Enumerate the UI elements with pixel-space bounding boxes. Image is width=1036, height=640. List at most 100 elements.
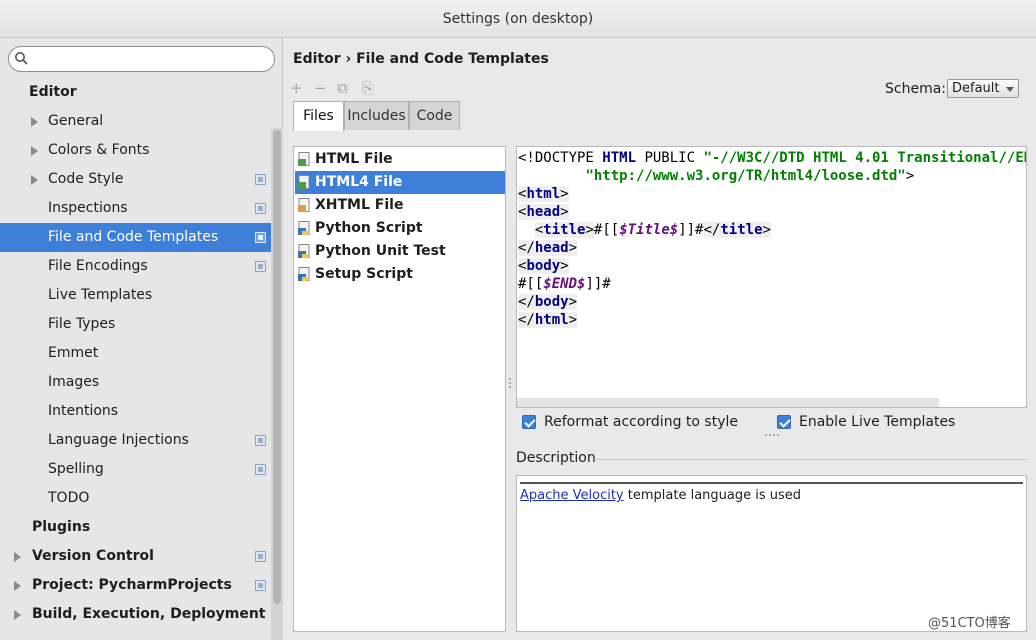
sidebar-item[interactable]: Intentions	[0, 397, 271, 426]
template-list-item[interactable]: Python Script	[295, 217, 505, 240]
sidebar-item-label: Language Injections	[48, 432, 189, 448]
watermark: @51CTO博客	[928, 616, 1011, 631]
breadcrumb: Editor › File and Code Templates	[293, 51, 549, 67]
template-editor[interactable]: <!DOCTYPE HTML PUBLIC "-//W3C//DTD HTML …	[516, 146, 1027, 408]
sidebar-item-label: Live Templates	[48, 287, 153, 303]
chevron-right-icon[interactable]	[14, 610, 21, 620]
template-list-item[interactable]: XHTML File	[295, 194, 505, 217]
tab-files[interactable]: Files	[293, 101, 344, 131]
sidebar-item-label: File and Code Templates	[48, 229, 219, 245]
html-file-icon	[298, 152, 310, 166]
splitter-grip-icon[interactable]	[765, 434, 779, 438]
template-list-label: Python Script	[315, 220, 423, 236]
sidebar-item[interactable]: Emmet	[0, 339, 271, 368]
project-scope-icon	[255, 174, 266, 185]
sidebar-item-label: General	[48, 113, 104, 129]
reformat-label: Reformat according to style	[544, 414, 738, 430]
sidebar-item[interactable]: TODO	[0, 484, 271, 513]
search-input[interactable]	[31, 50, 266, 68]
search-icon	[15, 52, 28, 65]
project-scope-icon	[255, 580, 266, 591]
python-file-icon	[298, 244, 310, 258]
reset-icon[interactable]: ⎘	[362, 80, 374, 96]
sidebar-item-label: File Types	[48, 316, 116, 332]
sidebar-item-label: Build, Execution, Deployment	[32, 606, 266, 622]
settings-sidebar: Editor General Colors & Fonts Code Style Ins…	[0, 38, 283, 640]
project-scope-icon	[255, 551, 266, 562]
tab-includes[interactable]: Includes	[344, 101, 409, 130]
description-text: Apache Velocity template language is use…	[520, 488, 801, 504]
template-list-label: HTML4 File	[315, 174, 403, 190]
sidebar-scrollbar-thumb[interactable]	[273, 130, 281, 604]
sidebar-item-label: TODO	[48, 490, 90, 506]
tab-code[interactable]: Code	[409, 101, 460, 130]
template-list-label: HTML File	[315, 151, 393, 167]
sidebar-item[interactable]: Code Style	[0, 165, 271, 194]
editor-horizontal-scrollbar[interactable]	[517, 398, 939, 407]
live-templates-label: Enable Live Templates	[799, 414, 956, 430]
sidebar-item[interactable]: Language Injections	[0, 426, 271, 455]
checkbox-checked-icon	[777, 415, 791, 429]
main-panel: Editor › File and Code Templates + − ⧉ ⎘…	[284, 38, 1036, 640]
sidebar-item[interactable]: General	[0, 107, 271, 136]
project-scope-icon	[255, 203, 266, 214]
apache-velocity-link[interactable]: Apache Velocity	[520, 488, 624, 503]
template-list-item[interactable]: Python Unit Test	[295, 240, 505, 263]
sidebar-item[interactable]: File Types	[0, 310, 271, 339]
sidebar-item[interactable]: File and Code Templates	[0, 223, 271, 252]
template-list-item[interactable]: HTML File	[295, 148, 505, 171]
schema-label: Schema:	[885, 81, 947, 97]
project-scope-icon	[255, 261, 266, 272]
minus-icon[interactable]: −	[314, 80, 327, 96]
sidebar-item-label: Plugins	[32, 519, 91, 535]
search-field[interactable]	[8, 46, 275, 72]
template-list-label: XHTML File	[315, 197, 404, 213]
python-file-icon	[298, 221, 310, 235]
plus-icon[interactable]: +	[290, 80, 303, 96]
sidebar-item-label: Version Control	[32, 548, 154, 564]
schema-value: Default	[952, 81, 1000, 96]
sidebar-item-label: Spelling	[48, 461, 104, 477]
sidebar-item[interactable]: Inspections	[0, 194, 271, 223]
sidebar-item[interactable]: Version Control	[0, 542, 271, 571]
project-scope-icon	[255, 464, 266, 475]
sidebar-item[interactable]: Live Templates	[0, 281, 271, 310]
template-code[interactable]: <!DOCTYPE HTML PUBLIC "-//W3C//DTD HTML …	[518, 149, 1026, 329]
sidebar-item[interactable]: Editor	[0, 78, 271, 107]
description-label: Description	[516, 450, 596, 466]
template-list-label: Setup Script	[315, 266, 413, 282]
sidebar-item[interactable]: Project: PycharmProjects	[0, 571, 271, 600]
chevron-right-icon[interactable]	[14, 552, 21, 562]
sidebar-item[interactable]: Build, Execution, Deployment	[0, 600, 271, 629]
sidebar-item[interactable]: Images	[0, 368, 271, 397]
xhtml-file-icon	[298, 198, 310, 212]
sidebar-item-label: Images	[48, 374, 100, 390]
description-panel: Apache Velocity template language is use…	[516, 475, 1027, 632]
sidebar-item-label: Inspections	[48, 200, 128, 216]
chevron-right-icon[interactable]	[14, 581, 21, 591]
sidebar-item-label: Colors & Fonts	[48, 142, 150, 158]
description-rule	[520, 482, 1023, 484]
chevron-right-icon[interactable]	[31, 117, 38, 127]
sidebar-item[interactable]: Plugins	[0, 513, 271, 542]
sidebar-item[interactable]: Spelling	[0, 455, 271, 484]
schema-select[interactable]: Default	[947, 79, 1019, 98]
template-list-label: Python Unit Test	[315, 243, 446, 259]
sidebar-item-label: Code Style	[48, 171, 124, 187]
chevron-down-icon	[1006, 87, 1014, 92]
sidebar-item-label: Emmet	[48, 345, 99, 361]
sidebar-item-label: Editor	[29, 84, 77, 100]
template-list-item[interactable]: Setup Script	[295, 263, 505, 286]
sidebar-item[interactable]: File Encodings	[0, 252, 271, 281]
html-file-icon	[298, 175, 310, 189]
sidebar-item[interactable]: Colors & Fonts	[0, 136, 271, 165]
chevron-right-icon[interactable]	[31, 146, 38, 156]
description-divider	[594, 459, 1027, 460]
copy-icon[interactable]: ⧉	[337, 80, 348, 96]
chevron-right-icon[interactable]	[31, 175, 38, 185]
panel-splitter[interactable]	[509, 378, 512, 392]
sidebar-item-label: Intentions	[48, 403, 119, 419]
sidebar-item-label: Project: PycharmProjects	[32, 577, 232, 593]
checkbox-checked-icon	[522, 415, 536, 429]
template-list-item[interactable]: HTML4 File	[295, 171, 505, 194]
